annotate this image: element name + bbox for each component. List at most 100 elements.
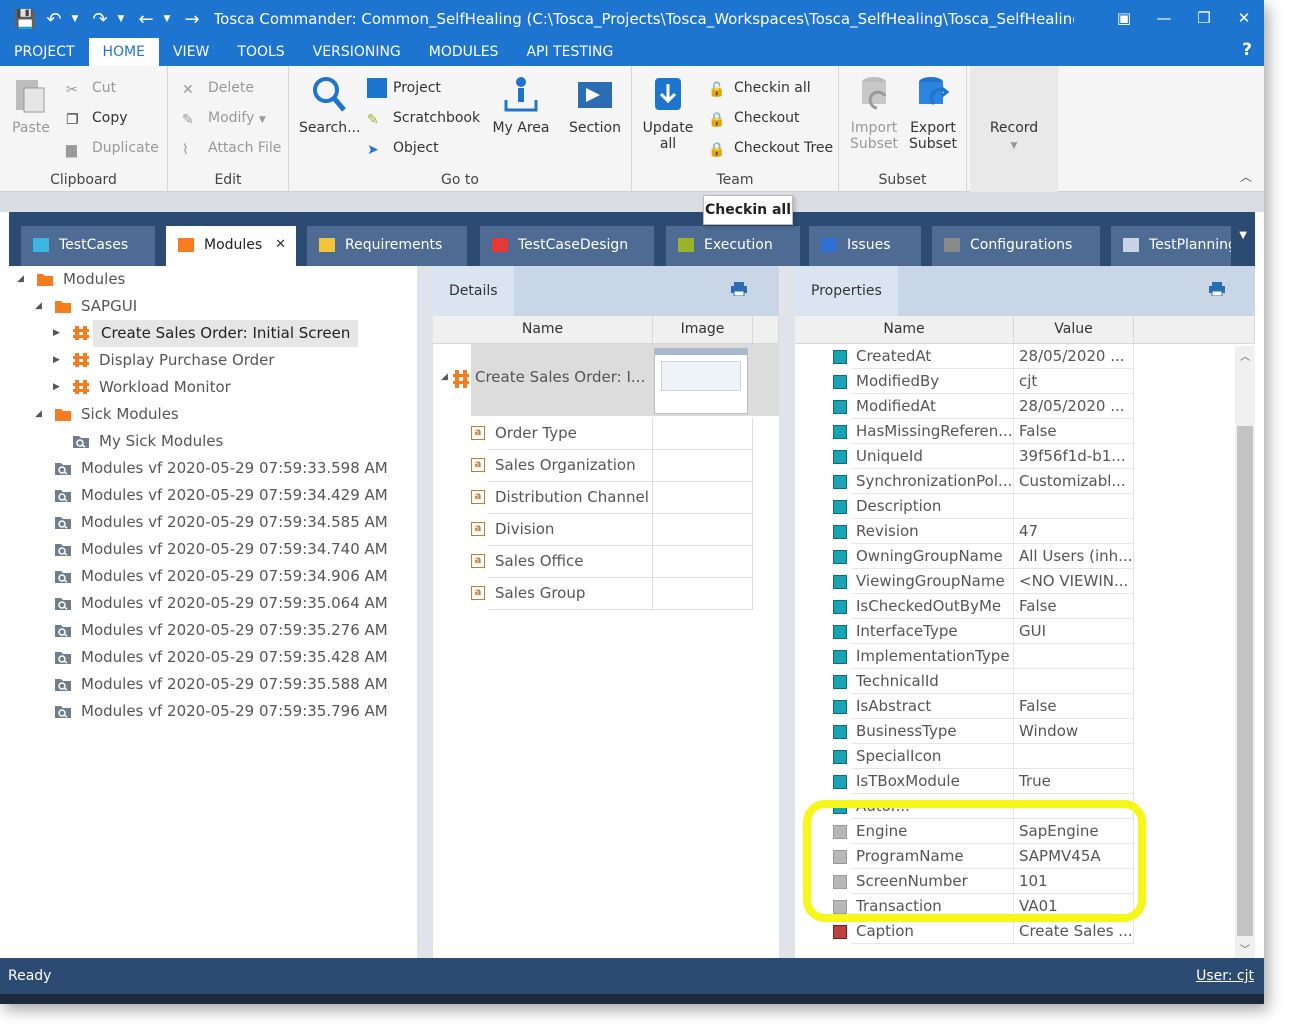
property-row[interactable]: Description xyxy=(795,494,1255,519)
property-value[interactable] xyxy=(1014,494,1134,519)
export-subset-button[interactable]: Export Subset xyxy=(905,74,961,152)
tree-item[interactable]: Modules vf 2020-05-29 07:59:34.740 AM xyxy=(9,536,417,563)
maximize-icon[interactable]: ❐ xyxy=(1184,0,1224,38)
property-row[interactable]: ImplementationType xyxy=(795,644,1255,669)
tree-item[interactable]: Modules vf 2020-05-29 07:59:35.588 AM xyxy=(9,671,417,698)
tab-execution[interactable]: Execution xyxy=(666,226,800,266)
close-tab-icon[interactable]: ✕ xyxy=(275,226,286,264)
tab-testcasedesign[interactable]: TestCaseDesign xyxy=(480,226,654,266)
details-tab[interactable]: Details xyxy=(433,266,514,316)
property-value[interactable]: 28/05/2020 ... xyxy=(1014,344,1134,369)
delete-button[interactable]: ✕ Delete xyxy=(182,76,254,100)
collapse-arrow-icon[interactable]: ◢ xyxy=(35,293,42,320)
print-icon[interactable] xyxy=(1209,282,1225,296)
user-link[interactable]: User: cjt xyxy=(1196,958,1254,994)
checkout-tree-button[interactable]: 🔒 Checkout Tree xyxy=(708,136,833,160)
property-row[interactable]: HasMissingReferen... False xyxy=(795,419,1255,444)
property-row[interactable]: ModifiedBy cjt xyxy=(795,369,1255,394)
property-value[interactable]: Customizabl... xyxy=(1014,469,1134,494)
tab-modules-section[interactable]: Modules ✕ xyxy=(166,226,296,266)
property-value[interactable]: False xyxy=(1014,694,1134,719)
property-row[interactable]: ViewingGroupName <NO VIEWIN... xyxy=(795,569,1255,594)
property-value[interactable]: cjt xyxy=(1014,369,1134,394)
props-col-value[interactable]: Value xyxy=(1014,316,1134,344)
property-value[interactable] xyxy=(1014,744,1134,769)
tab-issues[interactable]: Issues xyxy=(809,226,921,266)
scrollbar-thumb[interactable] xyxy=(1237,426,1253,936)
attribute-row[interactable]: a Division xyxy=(433,514,779,546)
tab-modules[interactable]: MODULES xyxy=(415,38,513,66)
property-value[interactable] xyxy=(1014,644,1134,669)
section-button[interactable]: Section xyxy=(565,74,625,136)
property-value[interactable]: 47 xyxy=(1014,519,1134,544)
collapse-ribbon-icon[interactable]: ︿ xyxy=(1240,168,1252,185)
redo-dropdown-icon[interactable]: ▼ xyxy=(118,14,125,24)
tree-item[interactable]: ◢ Sick Modules xyxy=(9,401,417,428)
details-splitter[interactable] xyxy=(779,266,795,958)
property-row[interactable]: UniqueId 39f56f1d-b1... xyxy=(795,444,1255,469)
property-value[interactable]: True xyxy=(1014,769,1134,794)
property-row[interactable]: IsAbstract False xyxy=(795,694,1255,719)
tab-requirements[interactable]: Requirements xyxy=(307,226,467,266)
record-button[interactable]: Record ▼ xyxy=(970,120,1058,152)
tree-item[interactable]: Modules vf 2020-05-29 07:59:33.598 AM xyxy=(9,455,417,482)
property-row[interactable]: ModifiedAt 28/05/2020 ... xyxy=(795,394,1255,419)
property-row[interactable]: Caption Create Sales ... xyxy=(795,919,1255,944)
property-value[interactable]: False xyxy=(1014,419,1134,444)
tab-versioning[interactable]: VERSIONING xyxy=(299,38,415,66)
module-row[interactable]: ◢ Create Sales Order: I... xyxy=(441,344,779,416)
tree-item[interactable]: ◢ SAPGUI xyxy=(9,293,417,320)
properties-tab[interactable]: Properties xyxy=(795,266,898,316)
tab-view[interactable]: VIEW xyxy=(159,38,223,66)
tree-item[interactable]: Modules vf 2020-05-29 07:59:34.429 AM xyxy=(9,482,417,509)
checkout-button[interactable]: 🔒 Checkout xyxy=(708,106,800,130)
property-row[interactable]: OwningGroupName All Users (inh... xyxy=(795,544,1255,569)
tree-item[interactable]: Modules vf 2020-05-29 07:59:35.276 AM xyxy=(9,617,417,644)
cut-button[interactable]: ✂ Cut xyxy=(66,76,116,100)
print-icon[interactable] xyxy=(731,282,747,296)
property-value[interactable]: <NO VIEWIN... xyxy=(1014,569,1134,594)
tree-item[interactable]: Modules vf 2020-05-29 07:59:35.428 AM xyxy=(9,644,417,671)
goto-project-button[interactable]: Project xyxy=(367,76,441,100)
attribute-row[interactable]: a Distribution Channel xyxy=(433,482,779,514)
attribute-row[interactable]: a Sales Organization xyxy=(433,450,779,482)
tree-item[interactable]: Modules vf 2020-05-29 07:59:34.906 AM xyxy=(9,563,417,590)
properties-scrollbar[interactable]: ︿ ﹀ xyxy=(1235,346,1255,958)
duplicate-button[interactable]: ▆ Duplicate xyxy=(66,136,159,160)
property-value[interactable]: 28/05/2020 ... xyxy=(1014,394,1134,419)
modify-button[interactable]: ✎ Modify ▼ xyxy=(182,106,266,130)
property-value[interactable]: False xyxy=(1014,594,1134,619)
expand-arrow-icon[interactable]: ▶ xyxy=(53,374,60,401)
tab-project[interactable]: PROJECT xyxy=(0,38,89,66)
checkin-all-button[interactable]: 🔓 Checkin all xyxy=(708,76,811,100)
undo-dropdown-icon[interactable]: ▼ xyxy=(72,14,79,24)
property-row[interactable]: InterfaceType GUI xyxy=(795,619,1255,644)
collapse-arrow-icon[interactable]: ◢ xyxy=(17,266,24,293)
minimize-icon[interactable]: — xyxy=(1144,0,1184,38)
property-row[interactable]: SpecialIcon xyxy=(795,744,1255,769)
property-value[interactable]: Create Sales ... xyxy=(1014,919,1134,944)
tree-item[interactable]: ▶ Create Sales Order: Initial Screen xyxy=(9,320,417,347)
help-icon[interactable]: ? xyxy=(1242,40,1252,60)
property-row[interactable]: CreatedAt 28/05/2020 ... xyxy=(795,344,1255,369)
object-button[interactable]: ➤ Object xyxy=(367,136,439,160)
search-button[interactable]: Search... xyxy=(299,74,360,136)
property-value[interactable]: Window xyxy=(1014,719,1134,744)
tab-tools[interactable]: TOOLS xyxy=(223,38,298,66)
property-row[interactable]: BusinessType Window xyxy=(795,719,1255,744)
tab-configurations[interactable]: Configurations xyxy=(932,226,1100,266)
update-all-button[interactable]: Update all xyxy=(638,74,698,152)
import-subset-button[interactable]: Import Subset xyxy=(847,74,901,152)
tree-item[interactable]: Modules vf 2020-05-29 07:59:35.064 AM xyxy=(9,590,417,617)
close-icon[interactable]: ✕ xyxy=(1224,0,1264,38)
attach-file-button[interactable]: ⌇ Attach File xyxy=(182,136,281,160)
expand-arrow-icon[interactable]: ▶ xyxy=(53,320,60,347)
paste-button[interactable]: Paste xyxy=(8,74,54,136)
tree-item[interactable]: Modules vf 2020-05-29 07:59:34.585 AM xyxy=(9,509,417,536)
property-value[interactable]: All Users (inh... xyxy=(1014,544,1134,569)
property-value[interactable] xyxy=(1014,669,1134,694)
property-row[interactable]: IsCheckedOutByMe False xyxy=(795,594,1255,619)
copy-button[interactable]: ❐ Copy xyxy=(66,106,128,130)
details-col-image[interactable]: Image xyxy=(653,316,753,344)
back-dropdown-icon[interactable]: ▼ xyxy=(164,14,171,24)
